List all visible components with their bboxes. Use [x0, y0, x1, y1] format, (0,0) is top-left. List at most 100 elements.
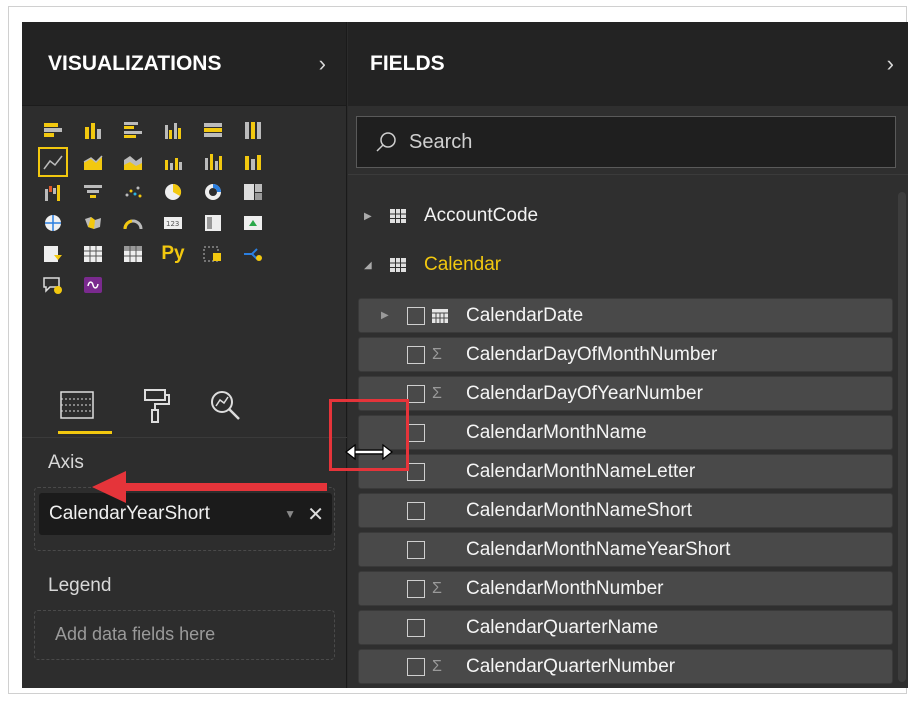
funnel-icon[interactable] — [80, 180, 106, 204]
field-row[interactable]: Σ CalendarMonthNumber — [358, 571, 893, 606]
field-row[interactable]: Σ CalendarDayOfYearNumber — [358, 376, 893, 411]
field-checkbox[interactable] — [407, 501, 425, 520]
field-row[interactable]: CalendarMonthNameYearShort — [358, 532, 893, 567]
chevron-right-icon[interactable]: ▶ — [364, 211, 380, 222]
donut-icon[interactable] — [200, 180, 226, 204]
fields-tab-icon[interactable] — [52, 384, 112, 434]
line-clustered-column-icon[interactable] — [160, 149, 186, 173]
svg-text:123: 123 — [166, 220, 179, 228]
clustered-bar-icon[interactable] — [120, 118, 146, 142]
field-row[interactable]: Σ CalendarQuarterNumber — [358, 649, 893, 684]
multi-row-card-icon[interactable] — [200, 211, 226, 235]
matrix-icon[interactable] — [120, 242, 146, 266]
legend-placeholder: Add data fields here — [55, 624, 216, 644]
field-row[interactable]: CalendarMonthName — [358, 415, 893, 450]
axis-label: Axis — [48, 452, 84, 473]
field-row[interactable]: CalendarMonthNameLetter — [358, 454, 893, 489]
gauge-icon[interactable] — [120, 211, 146, 235]
fields-header: FIELDS › — [348, 22, 908, 106]
card-icon[interactable]: 123 — [160, 211, 186, 235]
chevron-down-icon[interactable]: ▼ — [284, 507, 296, 521]
custom-visual-icon[interactable] — [80, 273, 106, 297]
field-name: CalendarMonthNameYearShort — [466, 538, 731, 560]
close-icon[interactable]: ✕ — [307, 502, 324, 527]
field-checkbox[interactable] — [407, 618, 425, 637]
table-name: Calendar — [424, 254, 502, 275]
field-checkbox[interactable] — [407, 423, 425, 442]
arrow-left-icon — [92, 471, 327, 503]
scatter-icon[interactable] — [120, 180, 146, 204]
format-tab-icon[interactable] — [130, 384, 180, 428]
decomposition-tree-icon[interactable] — [240, 242, 266, 266]
sigma-icon: Σ — [432, 657, 442, 675]
chevron-right-icon[interactable]: › — [319, 51, 326, 77]
table-accountcode[interactable]: ▶ AccountCode — [364, 199, 538, 233]
field-checkbox[interactable] — [407, 345, 425, 364]
field-checkbox[interactable] — [407, 384, 425, 403]
field-name: CalendarMonthNumber — [466, 577, 664, 599]
field-row[interactable]: Σ CalendarDayOfMonthNumber — [358, 337, 893, 372]
100-stacked-column-icon[interactable] — [240, 118, 266, 142]
qa-icon[interactable] — [40, 273, 66, 297]
visualizations-header: VISUALIZATIONS › — [22, 22, 346, 106]
field-checkbox[interactable] — [407, 306, 425, 325]
area-chart-icon[interactable] — [80, 149, 106, 173]
field-name: CalendarDate — [466, 304, 584, 326]
legend-label: Legend — [48, 575, 112, 596]
pie-icon[interactable] — [160, 180, 186, 204]
field-row-calendardate[interactable]: ▶ CalendarDate — [358, 298, 893, 333]
clustered-column-icon[interactable] — [160, 118, 186, 142]
search-input[interactable]: Search — [356, 116, 896, 168]
table-icon — [390, 258, 406, 272]
field-checkbox[interactable] — [407, 462, 425, 481]
stacked-area-icon[interactable] — [120, 149, 146, 173]
chevron-down-icon[interactable]: ◢ — [364, 260, 380, 271]
kpi-icon[interactable] — [240, 211, 266, 235]
search-placeholder: Search — [409, 130, 473, 153]
field-name: CalendarQuarterNumber — [466, 655, 676, 677]
waterfall-icon[interactable] — [40, 180, 66, 204]
field-name: CalendarMonthNameLetter — [466, 460, 696, 482]
table-name: AccountCode — [424, 205, 539, 226]
scrollbar[interactable] — [898, 192, 906, 682]
python-visual-icon[interactable]: Py — [160, 242, 186, 266]
fields-title: FIELDS — [370, 52, 445, 75]
field-name: CalendarMonthName — [466, 421, 647, 443]
date-hierarchy-icon — [432, 309, 448, 323]
field-row[interactable]: CalendarMonthNameShort — [358, 493, 893, 528]
table-icon[interactable] — [80, 242, 106, 266]
visualizations-pane: VISUALIZATIONS › 123 Py Axis CalendarYea… — [22, 22, 347, 688]
ribbon-chart-icon[interactable] — [240, 149, 266, 173]
search-icon — [376, 132, 396, 152]
legend-well[interactable]: Add data fields here — [34, 610, 335, 660]
slicer-icon[interactable] — [40, 242, 66, 266]
python-label: Py — [161, 243, 185, 264]
table-calendar[interactable]: ◢ Calendar — [364, 248, 501, 282]
map-icon[interactable] — [40, 211, 66, 235]
chevron-right-icon[interactable]: ▶ — [381, 310, 389, 321]
axis-field-value: CalendarYearShort — [49, 503, 210, 524]
field-checkbox[interactable] — [407, 657, 425, 676]
field-name: CalendarDayOfMonthNumber — [466, 343, 718, 365]
field-row[interactable]: CalendarQuarterName — [358, 610, 893, 645]
stacked-column-icon[interactable] — [80, 118, 106, 142]
line-chart-icon[interactable] — [38, 147, 68, 177]
line-stacked-column-icon[interactable] — [200, 149, 226, 173]
100-stacked-bar-icon[interactable] — [200, 118, 226, 142]
field-name: CalendarQuarterName — [466, 616, 659, 638]
stacked-bar-icon[interactable] — [40, 118, 66, 142]
treemap-icon[interactable] — [240, 180, 266, 204]
sigma-icon: Σ — [432, 579, 442, 597]
analytics-tab-icon[interactable] — [200, 384, 250, 428]
field-name: CalendarMonthNameShort — [466, 499, 693, 521]
resize-cursor-icon — [345, 443, 393, 461]
visualization-tabs — [22, 378, 347, 438]
sigma-icon: Σ — [432, 384, 442, 402]
field-name: CalendarDayOfYearNumber — [466, 382, 703, 404]
key-influencers-icon[interactable] — [200, 242, 226, 266]
field-checkbox[interactable] — [407, 579, 425, 598]
filled-map-icon[interactable] — [80, 211, 106, 235]
chevron-right-icon[interactable]: › — [887, 51, 894, 77]
visualizations-title: VISUALIZATIONS — [48, 51, 222, 75]
field-checkbox[interactable] — [407, 540, 425, 559]
